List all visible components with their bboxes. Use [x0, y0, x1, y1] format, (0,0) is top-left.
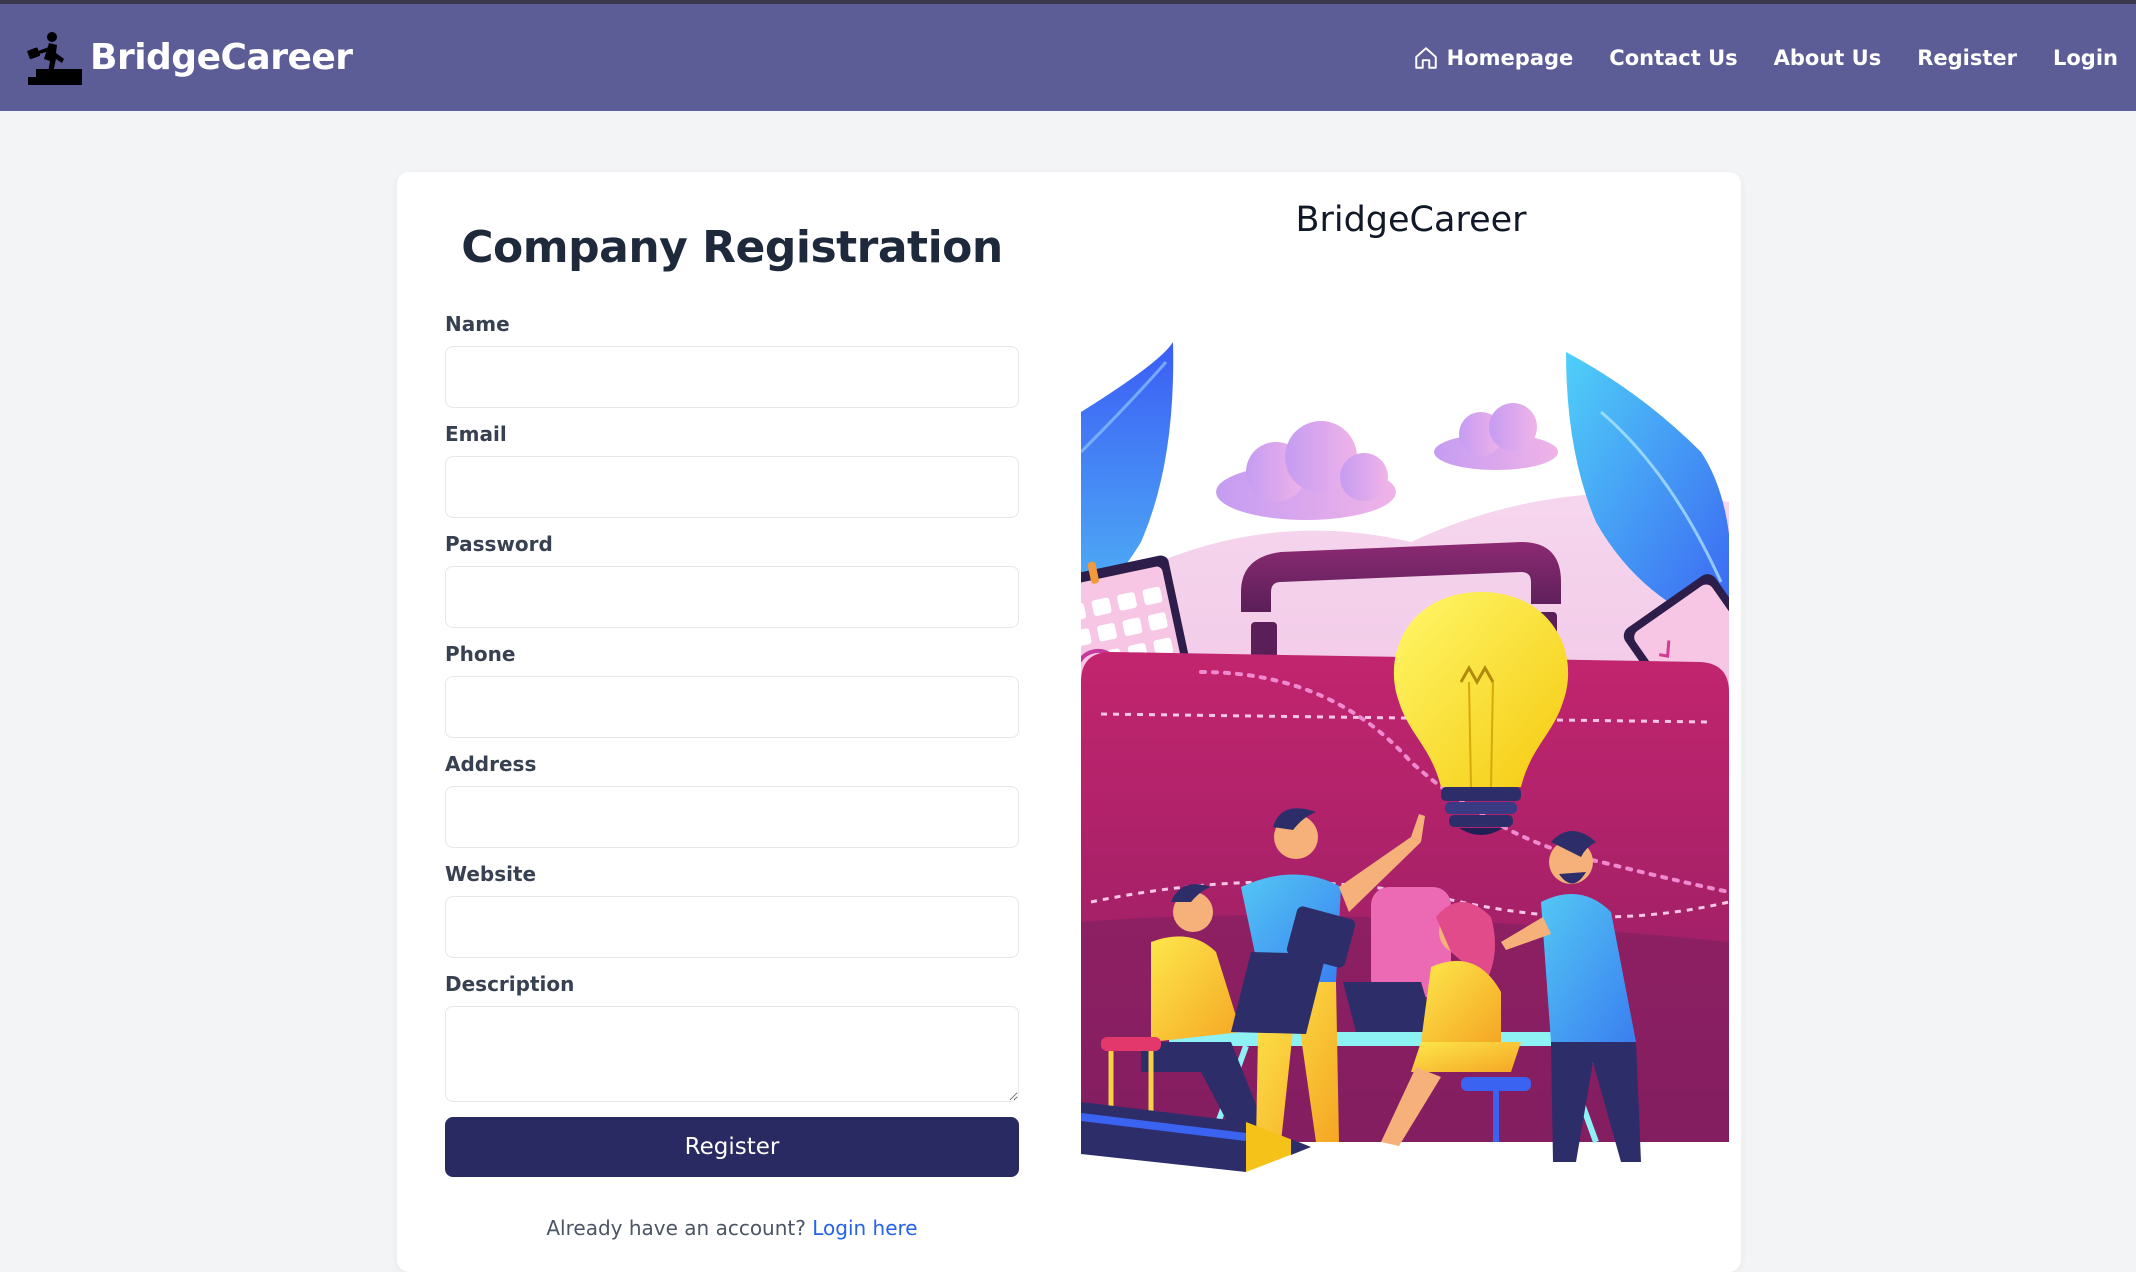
- navbar: BridgeCareer Homepage Contact Us About U…: [0, 4, 2136, 111]
- brand-logo-link[interactable]: BridgeCareer: [22, 29, 353, 87]
- email-input[interactable]: [445, 456, 1019, 518]
- address-label: Address: [445, 752, 537, 776]
- cloud-left: [1216, 421, 1396, 520]
- nav-link-about-us[interactable]: About Us: [1774, 46, 1882, 70]
- address-input[interactable]: [445, 786, 1019, 848]
- registration-card: Company Registration Name Email Password…: [397, 172, 1741, 1272]
- description-textarea[interactable]: [445, 1006, 1019, 1102]
- nav-link-homepage[interactable]: Homepage: [1413, 45, 1574, 71]
- cloud-right: [1434, 403, 1558, 470]
- name-input[interactable]: [445, 346, 1019, 408]
- climbing-man-logo-icon: [27, 31, 82, 85]
- login-here-link[interactable]: Login here: [812, 1216, 917, 1240]
- nav-link-login[interactable]: Login: [2053, 46, 2118, 70]
- login-prompt-text: Already have an account?: [546, 1216, 806, 1240]
- login-prompt: Already have an account? Login here: [445, 1216, 1019, 1240]
- laptop-center: [1343, 982, 1436, 1032]
- register-button[interactable]: Register: [445, 1117, 1019, 1177]
- nav-links: Homepage Contact Us About Us Register Lo…: [1377, 45, 2118, 71]
- nav-link-register[interactable]: Register: [1917, 46, 2017, 70]
- website-input[interactable]: [445, 896, 1019, 958]
- name-label: Name: [445, 312, 510, 336]
- website-label: Website: [445, 862, 537, 886]
- nav-link-label: Homepage: [1446, 45, 1574, 70]
- email-label: Email: [445, 422, 507, 446]
- brand-name: BridgeCareer: [90, 37, 353, 78]
- phone-input[interactable]: [445, 676, 1019, 738]
- team-brainstorm-illustration: [1081, 342, 1729, 1182]
- home-icon: [1414, 46, 1437, 69]
- illustration-title: BridgeCareer: [1295, 200, 1527, 240]
- nav-link-contact-us[interactable]: Contact Us: [1609, 46, 1737, 70]
- password-label: Password: [445, 532, 553, 556]
- phone-label: Phone: [445, 642, 516, 666]
- password-input[interactable]: [445, 566, 1019, 628]
- page-title: Company Registration: [461, 222, 1003, 273]
- description-label: Description: [445, 972, 575, 996]
- illustration-svg: [1081, 342, 1729, 1172]
